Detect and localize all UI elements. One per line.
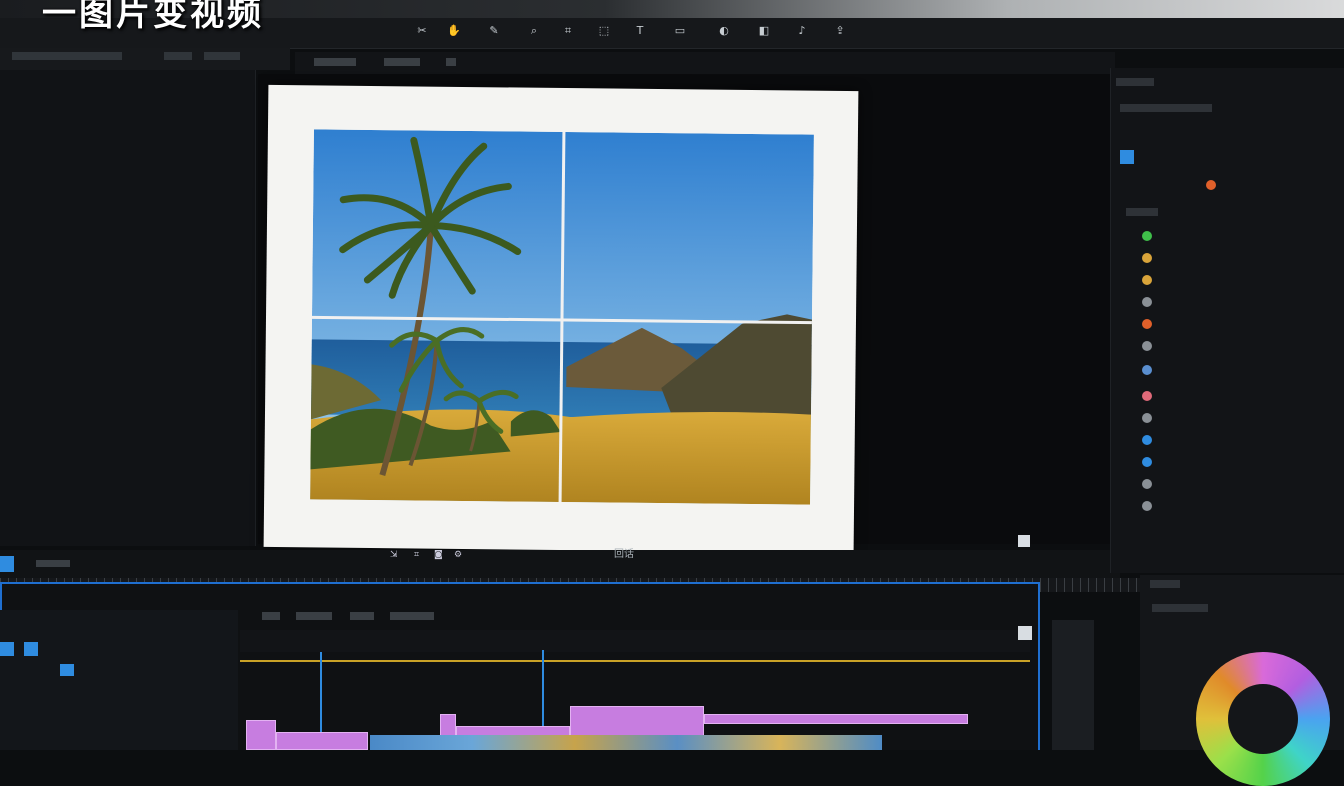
layer-dot-icon: [1142, 413, 1152, 423]
layer-row[interactable]: [1120, 474, 1340, 494]
inspector-tab[interactable]: [1116, 78, 1154, 86]
layer-row[interactable]: [1120, 496, 1340, 516]
layer-row[interactable]: [1120, 336, 1340, 356]
tab-program[interactable]: [314, 58, 356, 66]
layer-dot-icon: [1142, 435, 1152, 445]
tl-zoom-dropdown[interactable]: [390, 612, 434, 620]
layer-dot-icon: [1142, 501, 1152, 511]
layer-dot-icon: [1142, 479, 1152, 489]
viewer-bottom-label: 回话: [614, 549, 634, 560]
track-headers: [0, 610, 238, 750]
layer-row[interactable]: [1120, 360, 1340, 380]
media-browser-panel: [0, 48, 256, 546]
track-target-toggle[interactable]: [60, 664, 74, 676]
clip[interactable]: [570, 706, 704, 736]
layer-dot-icon: [1142, 231, 1152, 241]
viewer-controls: [0, 550, 1120, 578]
layer-row[interactable]: [1120, 386, 1340, 406]
audio-icon[interactable]: ♪: [794, 24, 810, 38]
text-icon[interactable]: T: [632, 24, 648, 38]
timeline-ruler[interactable]: [240, 630, 1030, 652]
track-lock-toggle[interactable]: [0, 642, 14, 656]
tab-effects[interactable]: [164, 52, 192, 60]
layer-dot-icon: [1142, 275, 1152, 285]
color-icon[interactable]: ◧: [756, 24, 772, 38]
tab-transitions[interactable]: [204, 52, 240, 60]
export-frame-icon[interactable]: ⇲: [390, 550, 402, 560]
color-panel-title: [1152, 604, 1208, 612]
tl-tool-razor[interactable]: [296, 612, 332, 620]
clip[interactable]: [246, 720, 276, 750]
layer-row[interactable]: [1120, 408, 1340, 428]
timeline-end-marker[interactable]: [1018, 626, 1032, 640]
clip[interactable]: [704, 714, 968, 724]
layer-dot-icon: [1142, 319, 1152, 329]
camera-icon[interactable]: ◙: [434, 550, 446, 560]
hand-icon[interactable]: ✋: [446, 24, 462, 38]
keyframe-dot[interactable]: [1206, 180, 1216, 190]
transform-icon[interactable]: ⬚: [596, 24, 612, 38]
tab-media[interactable]: [12, 52, 122, 60]
playhead-in[interactable]: [320, 652, 322, 732]
mask-icon[interactable]: ◐: [716, 24, 732, 38]
layer-row[interactable]: [1120, 452, 1340, 472]
crop-view-icon[interactable]: ⌗: [414, 550, 426, 560]
layer-dot-icon: [1142, 457, 1152, 467]
layer-dot-icon: [1142, 341, 1152, 351]
layer-dot-icon: [1142, 365, 1152, 375]
tl-tool-snap[interactable]: [350, 612, 374, 620]
zoom-icon[interactable]: ⌕: [526, 24, 542, 38]
video-caption: 一图片变视频: [42, 0, 264, 34]
layer-dot-icon: [1142, 391, 1152, 401]
crop-icon[interactable]: ⌗: [560, 24, 576, 38]
layer-row[interactable]: [1120, 226, 1340, 246]
tab-source[interactable]: [384, 58, 420, 66]
layer-dot-icon: [1142, 297, 1152, 307]
timecode-label: [36, 560, 70, 567]
export-icon[interactable]: ⇪: [832, 24, 848, 38]
inspector-title: [1120, 104, 1212, 112]
settings-icon[interactable]: ⚙: [454, 550, 466, 560]
layers-heading: [1126, 208, 1158, 216]
shape-icon[interactable]: ▭: [672, 24, 688, 38]
color-panel-tab[interactable]: [1150, 580, 1180, 588]
close-icon[interactable]: [446, 58, 456, 66]
layer-row[interactable]: [1120, 248, 1340, 268]
track-visibility-toggle[interactable]: [24, 642, 38, 656]
layer-row[interactable]: [1120, 314, 1340, 334]
mark-in-button[interactable]: [0, 556, 14, 572]
layer-row[interactable]: [1120, 270, 1340, 290]
layer-dot-icon: [1142, 253, 1152, 263]
enable-checkbox[interactable]: [1120, 150, 1134, 164]
cut-icon[interactable]: ✂: [414, 24, 430, 38]
layer-row[interactable]: [1120, 430, 1340, 450]
preview-image: [310, 129, 814, 505]
timeline-work-area[interactable]: [240, 660, 1030, 662]
pen-icon[interactable]: ✎: [486, 24, 502, 38]
clip[interactable]: [276, 732, 368, 750]
tl-tool-select[interactable]: [262, 612, 280, 620]
video-track-thumbnails[interactable]: [370, 735, 882, 750]
color-wheel-center: [1228, 684, 1298, 754]
playhead[interactable]: [542, 650, 544, 732]
fullscreen-button[interactable]: [1018, 535, 1030, 547]
layer-row[interactable]: [1120, 292, 1340, 312]
timeline-scrollbar[interactable]: [1052, 620, 1094, 750]
